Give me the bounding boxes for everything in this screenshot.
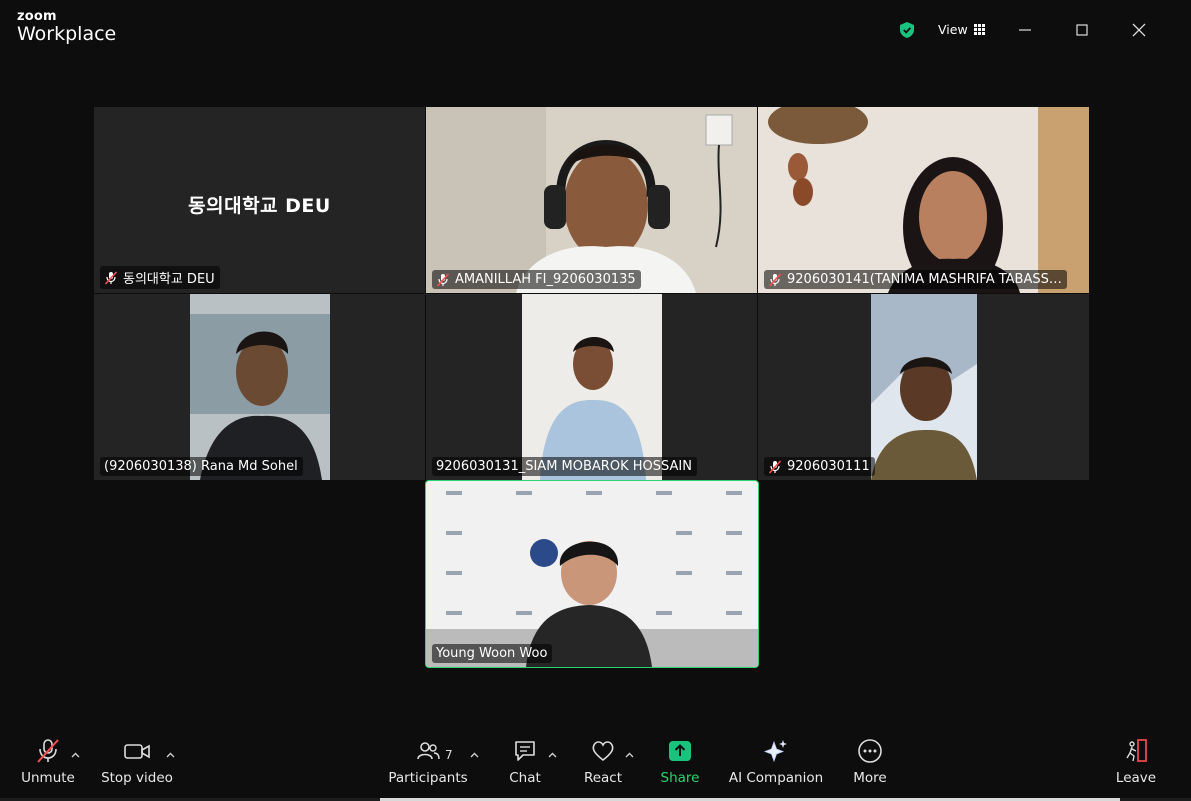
participants-label: Participants xyxy=(388,770,468,786)
more-label: More xyxy=(853,770,887,786)
video-tile[interactable]: AMANILLAH FI_9206030135 xyxy=(426,107,757,293)
zoom-workplace-logo: zoom Workplace xyxy=(17,10,116,44)
leave-button[interactable]: Leave xyxy=(1114,738,1158,786)
ai-sparkle-icon xyxy=(763,740,787,763)
participant-name-tag: 9206030111 xyxy=(764,457,875,476)
share-screen-icon xyxy=(669,741,691,761)
participant-name-tag: 9206030141(TANIMA MASHRIFA TABASS… xyxy=(764,270,1067,289)
react-button[interactable]: React xyxy=(582,738,624,786)
participant-video-feed xyxy=(758,107,1089,293)
chat-icon xyxy=(515,741,535,761)
video-tile[interactable]: 9206030131_SIAM MOBAROK HOSSAIN xyxy=(426,294,757,480)
participants-options-chevron-icon[interactable] xyxy=(470,752,479,758)
muted-mic-icon xyxy=(436,272,450,287)
maximize-icon[interactable] xyxy=(1072,20,1092,40)
participant-name: 9206030141(TANIMA MASHRIFA TABASS… xyxy=(787,272,1062,287)
participant-name-tag: 9206030131_SIAM MOBAROK HOSSAIN xyxy=(432,457,697,476)
participant-name: AMANILLAH FI_9206030135 xyxy=(455,272,636,287)
more-button[interactable]: More xyxy=(850,738,890,786)
unmute-label: Unmute xyxy=(21,770,75,786)
participant-name: 9206030131_SIAM MOBAROK HOSSAIN xyxy=(436,459,692,474)
video-tile[interactable]: 9206030141(TANIMA MASHRIFA TABASS… xyxy=(758,107,1089,293)
participant-name-tag: 동의대학교 DEU xyxy=(100,266,220,289)
participant-video-feed xyxy=(522,294,662,480)
stop-video-label: Stop video xyxy=(101,770,173,786)
video-tile[interactable]: 9206030111 xyxy=(758,294,1089,480)
stop-video-button[interactable]: Stop video xyxy=(96,738,178,786)
view-button[interactable]: View xyxy=(938,22,985,37)
logo-workplace-text: Workplace xyxy=(17,23,117,45)
leave-label: Leave xyxy=(1115,770,1157,786)
participant-video-feed xyxy=(190,294,330,480)
chat-options-chevron-icon[interactable] xyxy=(548,752,557,758)
participant-placeholder-name: 동의대학교 DEU xyxy=(188,195,331,217)
muted-mic-icon xyxy=(768,272,782,287)
video-camera-icon xyxy=(124,744,150,759)
participant-name-tag: Young Woon Woo xyxy=(432,644,553,663)
participants-count: 7 xyxy=(445,748,453,762)
minimize-icon[interactable] xyxy=(1015,20,1035,40)
participant-video-feed xyxy=(426,481,758,667)
participants-icon xyxy=(417,742,440,760)
logo-zoom-text: zoom xyxy=(17,9,57,24)
react-label: React xyxy=(583,770,623,786)
video-tile[interactable]: 동의대학교 DEU 동의대학교 DEU xyxy=(94,107,425,293)
more-dots-icon xyxy=(858,739,882,763)
heart-icon xyxy=(592,741,614,762)
active-speaker-tile[interactable]: Young Woon Woo xyxy=(425,480,759,668)
video-tile[interactable]: (9206030138) Rana Md Sohel xyxy=(94,294,425,480)
participant-name: 9206030111 xyxy=(787,459,870,474)
participant-name: 동의대학교 DEU xyxy=(123,272,215,287)
view-label: View xyxy=(938,22,968,37)
close-icon[interactable] xyxy=(1129,20,1149,40)
video-options-chevron-icon[interactable] xyxy=(166,752,175,758)
participants-button[interactable]: Participants xyxy=(388,738,468,786)
share-button[interactable]: Share xyxy=(658,738,702,786)
encryption-shield-icon[interactable] xyxy=(900,22,914,38)
leave-door-icon xyxy=(1126,739,1147,762)
participant-name-tag: (9206030138) Rana Md Sohel xyxy=(100,457,303,476)
participant-video-feed xyxy=(426,107,757,293)
share-label: Share xyxy=(660,770,700,786)
ai-companion-button[interactable]: AI Companion xyxy=(728,738,824,786)
audio-options-chevron-icon[interactable] xyxy=(71,752,80,758)
grid-icon xyxy=(973,24,985,35)
meeting-toolbar: Unmute Stop video Participants 7 Chat Re… xyxy=(0,738,1191,801)
participant-video-feed xyxy=(871,294,977,480)
participant-name: (9206030138) Rana Md Sohel xyxy=(104,459,298,474)
unmute-button[interactable]: Unmute xyxy=(18,738,78,786)
ai-companion-label: AI Companion xyxy=(728,770,824,786)
chat-label: Chat xyxy=(509,770,541,786)
muted-microphone-icon xyxy=(37,739,59,763)
muted-mic-icon xyxy=(768,459,782,474)
muted-mic-icon xyxy=(104,270,118,285)
chat-button[interactable]: Chat xyxy=(505,738,545,786)
participant-name: Young Woon Woo xyxy=(436,646,548,661)
react-options-chevron-icon[interactable] xyxy=(625,752,634,758)
participant-name-tag: AMANILLAH FI_9206030135 xyxy=(432,270,641,289)
